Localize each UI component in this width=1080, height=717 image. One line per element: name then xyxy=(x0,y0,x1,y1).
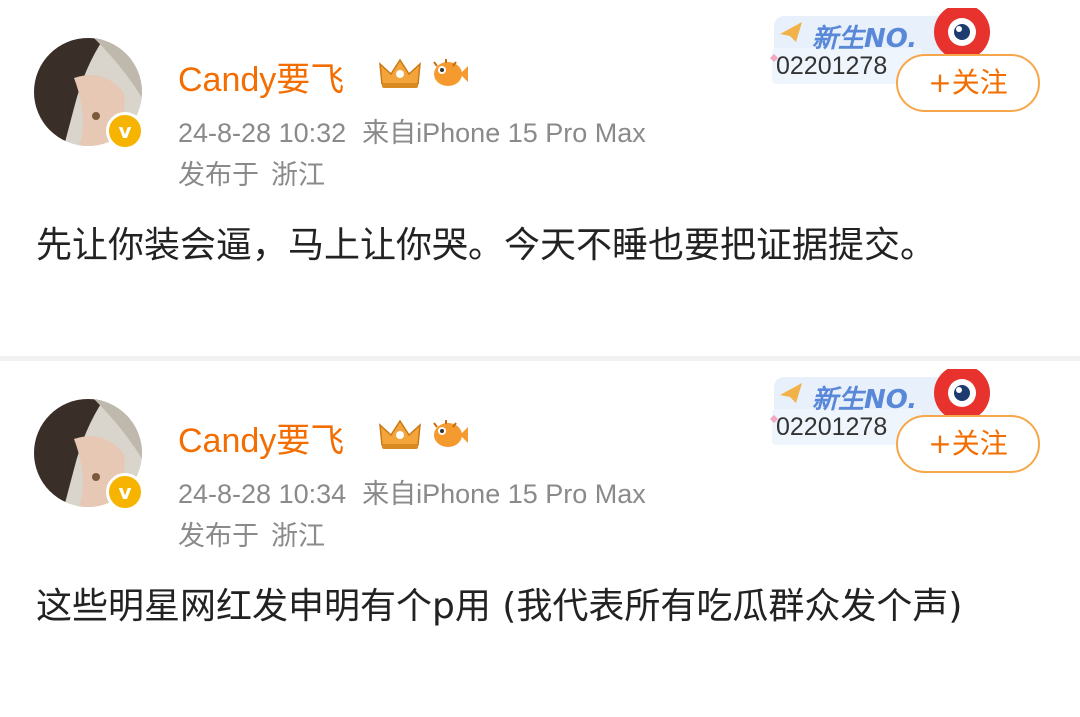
badge-number: 02201278 xyxy=(776,52,888,80)
timestamp: 24-8-28 10:32 xyxy=(178,118,347,148)
follow-button[interactable]: +关注 xyxy=(896,54,1040,112)
post-content: 这些明星网红发申明有个p用 (我代表所有吃瓜群众发个声) xyxy=(36,586,963,627)
timestamp: 24-8-28 10:34 xyxy=(178,479,347,509)
post-meta: 24-8-28 10:34 来自iPhone 15 Pro Max xyxy=(178,472,646,511)
verified-badge-icon: v xyxy=(106,473,144,511)
post-location: 发布于 浙江 xyxy=(178,514,325,553)
pufferfish-icon xyxy=(433,59,468,86)
post-source: 来自iPhone 15 Pro Max xyxy=(362,118,646,148)
badge-number: 02201278 xyxy=(776,413,888,441)
location-prefix: 发布于 xyxy=(178,160,259,191)
badge-label: 新生NO. xyxy=(812,385,918,415)
weibo-post: v Candy要飞 24-8-28 10:32 来自iPhone 15 Pro M… xyxy=(0,0,1080,356)
crown-icon xyxy=(379,419,421,449)
post-meta: 24-8-28 10:32 来自iPhone 15 Pro Max xyxy=(178,111,646,150)
location-prefix: 发布于 xyxy=(178,521,259,552)
follow-button[interactable]: +关注 xyxy=(896,415,1040,473)
post-location: 发布于 浙江 xyxy=(178,153,325,192)
pufferfish-icon xyxy=(433,420,468,447)
post-source: 来自iPhone 15 Pro Max xyxy=(362,479,646,509)
location-value: 浙江 xyxy=(271,521,325,552)
crown-icon xyxy=(379,58,421,88)
weibo-post: v Candy要飞 24-8-28 10:34 来自iPhone 15 Pro M… xyxy=(0,361,1080,717)
username[interactable]: Candy要飞 xyxy=(178,52,344,101)
username[interactable]: Candy要飞 xyxy=(178,413,344,462)
verified-badge-icon: v xyxy=(106,112,144,150)
post-content: 先让你装会逼，马上让你哭。今天不睡也要把证据提交。 xyxy=(36,225,937,266)
location-value: 浙江 xyxy=(271,160,325,191)
badge-label: 新生NO. xyxy=(812,24,918,54)
